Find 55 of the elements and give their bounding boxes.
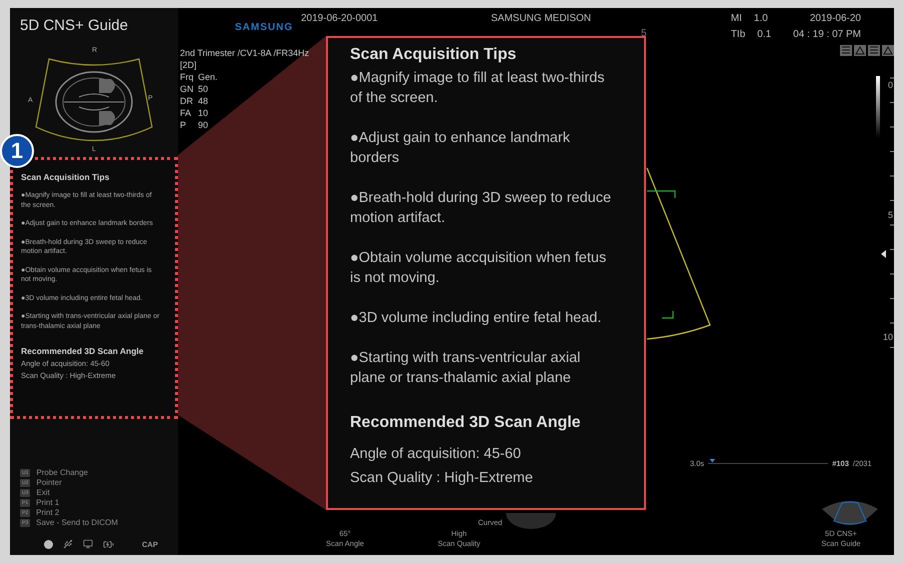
institution-name: SAMSUNG MEDISON bbox=[491, 13, 592, 24]
app-title: 5D CNS+ Guide bbox=[19, 16, 129, 36]
angle-text: Angle of acquisition: 45-60 bbox=[350, 445, 522, 464]
cine-thumb[interactable] bbox=[709, 458, 716, 462]
tib-label: TIb bbox=[730, 29, 746, 40]
param-name: P bbox=[180, 120, 188, 130]
param-name: Frq bbox=[180, 72, 194, 82]
tips-title: Scan Acquisition Tips bbox=[21, 172, 110, 182]
param-value: Gen. bbox=[198, 72, 218, 82]
tip-text: ●Obtain volume accquisition when fetus is not moving. bbox=[350, 249, 608, 288]
tip-text: ●Starting with trans-ventricular axial plane or trans-thalamic axial plane bbox=[350, 349, 582, 388]
depth-label: 5 bbox=[888, 210, 893, 220]
probe-fan-icon bbox=[822, 499, 878, 525]
shortcut-label: Probe Change bbox=[36, 468, 88, 477]
shortcut-label: Print 2 bbox=[36, 508, 60, 517]
shortcut-label: Exit bbox=[36, 488, 50, 497]
shortcut-label: Save - Send to DICOM bbox=[36, 518, 118, 527]
depth-label: 10 bbox=[882, 332, 893, 342]
brand-logo: SAMSUNG bbox=[235, 22, 294, 33]
depth-label: 0 bbox=[888, 80, 893, 90]
mi-value: 1.0 bbox=[754, 13, 768, 24]
preset-text: 2nd Trimester /CV1-8A /FR34Hz bbox=[180, 48, 310, 58]
tip-text: ●Magnify image to fill at least two-thirds of the screen. bbox=[350, 69, 606, 108]
tip-text: ●Adjust gain to enhance landmark borders bbox=[350, 129, 571, 168]
mode-text: [2D] bbox=[180, 60, 198, 70]
tips-title: Scan Acquisition Tips bbox=[350, 46, 518, 64]
param-value: 10 bbox=[198, 108, 208, 118]
battery-icon bbox=[103, 538, 114, 550]
shortcut-label: Print 1 bbox=[36, 498, 60, 507]
patient-id: 2019-06-20-0001 bbox=[301, 13, 379, 24]
step-badge: 1 bbox=[0, 134, 34, 168]
mode-icon[interactable] bbox=[840, 45, 852, 56]
tip-text: ●3D volume including entire fetal head. bbox=[350, 309, 602, 328]
angle-title: Recommended 3D Scan Angle bbox=[21, 346, 144, 356]
exam-time: 04 : 19 : 07 PM bbox=[793, 29, 861, 40]
monitor-icon bbox=[83, 539, 93, 549]
angle-text: Scan Quality : High-Extreme bbox=[350, 469, 534, 488]
mode-icon[interactable] bbox=[868, 45, 880, 56]
param-name: GN bbox=[180, 84, 194, 94]
tib-value: 0.1 bbox=[757, 29, 772, 40]
usb-icon bbox=[63, 539, 73, 549]
param-value: 48 bbox=[198, 96, 208, 106]
exam-date: 2019-06-20 bbox=[810, 13, 861, 24]
param-value: 90 bbox=[198, 120, 208, 130]
depth-marker: 5 bbox=[641, 28, 647, 39]
tip-text: ●Breath-hold during 3D sweep to reduce motion artifact. bbox=[350, 189, 612, 228]
param-name: DR bbox=[180, 96, 194, 106]
angle-title: Recommended 3D Scan Angle bbox=[350, 414, 582, 432]
mode-icon[interactable] bbox=[854, 45, 866, 56]
shortcut-label: Pointer bbox=[36, 478, 62, 487]
record-icon bbox=[44, 540, 53, 548]
param-name: FA bbox=[180, 108, 192, 118]
mi-label: MI bbox=[730, 13, 742, 24]
mode-icon[interactable] bbox=[882, 45, 894, 56]
param-value: 50 bbox=[198, 84, 208, 94]
